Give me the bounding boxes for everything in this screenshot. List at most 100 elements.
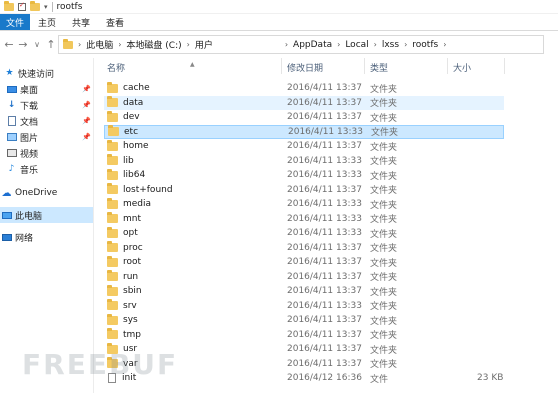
file-row[interactable]: srv 2016/4/11 13:33 文件夹	[104, 299, 504, 313]
file-name: etc	[124, 126, 139, 137]
recent-locations-button[interactable]: ∨	[30, 40, 44, 49]
pin-icon[interactable]: 📌	[82, 117, 91, 125]
sidebar-item-label: 快速访问	[18, 69, 55, 80]
up-button[interactable]: ↑	[44, 38, 58, 51]
sidebar-item-desktop[interactable]: 桌面 📌	[0, 81, 93, 97]
file-name: sbin	[123, 286, 142, 296]
sidebar-item-onedrive[interactable]: ☁ OneDrive	[0, 185, 93, 201]
file-date: 2016/4/11 13:37	[287, 242, 362, 253]
folder-icon	[107, 81, 118, 93]
file-row[interactable]: mnt 2016/4/11 13:33 文件夹	[104, 212, 504, 226]
file-row[interactable]: home 2016/4/11 13:37 文件夹	[104, 139, 504, 153]
tab-file[interactable]: 文件	[0, 14, 31, 30]
sidebar-item-pictures[interactable]: 图片 📌	[0, 129, 93, 145]
file-date: 2016/4/12 16:36	[287, 373, 362, 383]
desktop-icon	[6, 84, 17, 94]
file-type: 文件夹	[370, 287, 398, 298]
file-row[interactable]: dev 2016/4/11 13:37 文件夹	[104, 110, 504, 124]
file-type: 文件夹	[370, 215, 398, 225]
column-divider[interactable]	[364, 58, 365, 74]
pin-icon[interactable]: 📌	[82, 101, 91, 109]
address-bar[interactable]: › 此电脑 › 本地磁盘 (C:) › 用户 › AppData › Local…	[58, 35, 544, 54]
crumb-users[interactable]: 用户	[195, 38, 213, 51]
file-row[interactable]: lib 2016/4/11 13:33 文件夹	[104, 154, 504, 168]
properties-icon[interactable]	[18, 1, 26, 11]
file-row[interactable]: opt 2016/4/11 13:33 文件夹	[104, 226, 504, 240]
file-name: dev	[123, 112, 140, 122]
file-date: 2016/4/11 13:33	[287, 199, 362, 209]
tab-home[interactable]: 主页	[30, 14, 64, 30]
file-name: opt	[123, 228, 138, 238]
crumb-this-pc[interactable]: 此电脑	[86, 38, 113, 51]
forward-button[interactable]: →	[16, 38, 30, 51]
file-type: 文件夹	[370, 229, 398, 240]
file-row[interactable]: lib64 2016/4/11 13:33 文件夹	[104, 168, 504, 182]
sidebar-item-downloads[interactable]: ↓ 下载 📌	[0, 97, 93, 113]
file-name: lib	[123, 155, 134, 166]
pin-icon[interactable]: 📌	[82, 133, 91, 141]
folder-icon	[107, 270, 118, 281]
column-divider[interactable]	[447, 58, 448, 74]
tab-view[interactable]: 查看	[98, 14, 132, 30]
crumb-separator: ›	[337, 40, 341, 49]
crumb-local-disk[interactable]: 本地磁盘 (C:)	[126, 38, 181, 51]
file-name: data	[123, 97, 144, 108]
file-date: 2016/4/11 13:37	[287, 112, 362, 122]
file-row[interactable]: proc 2016/4/11 13:37 文件夹	[104, 241, 504, 255]
file-row[interactable]: etc 2016/4/11 13:33 文件夹	[104, 124, 504, 139]
title-separator	[51, 1, 53, 12]
sidebar-item-network[interactable]: 网络	[0, 229, 93, 245]
column-divider[interactable]	[281, 58, 282, 74]
file-type: 文件夹	[370, 244, 398, 254]
computer-icon	[1, 210, 12, 220]
column-header-size[interactable]: 大小	[453, 61, 471, 74]
cloud-icon: ☁	[1, 187, 12, 199]
sidebar-item-label: 此电脑	[15, 211, 43, 222]
file-type: 文件夹	[370, 84, 398, 95]
crumb-rootfs[interactable]: rootfs	[412, 40, 438, 50]
crumb-local[interactable]: Local	[345, 40, 368, 50]
file-row[interactable]: sys 2016/4/11 13:37 文件夹	[104, 313, 504, 327]
sidebar-item-this-pc[interactable]: 此电脑	[0, 207, 93, 223]
new-folder-icon[interactable]	[30, 0, 40, 11]
file-row[interactable]: cache 2016/4/11 13:37 文件夹	[104, 81, 504, 95]
file-date: 2016/4/11 13:37	[287, 286, 362, 296]
ribbon-tabs: 文件 主页 共享 查看	[0, 14, 558, 31]
file-type: 文件夹	[370, 200, 398, 211]
sidebar-item-music[interactable]: ♪ 音乐	[0, 161, 93, 177]
column-header-name[interactable]: 名称	[107, 61, 125, 74]
sidebar-item-documents[interactable]: 文档 📌	[0, 113, 93, 129]
watermark: FREEBUF	[22, 348, 179, 381]
folder-icon	[107, 197, 118, 209]
file-row[interactable]: run 2016/4/11 13:37 文件夹	[104, 270, 504, 284]
file-row[interactable]: root 2016/4/11 13:37 文件夹	[104, 255, 504, 269]
file-row[interactable]: tmp 2016/4/11 13:37 文件夹	[104, 328, 504, 342]
address-row: ← → ∨ ↑ › 此电脑 › 本地磁盘 (C:) › 用户 › AppData…	[0, 31, 558, 58]
sidebar-item-quick-access[interactable]: ★ 快速访问	[0, 65, 93, 81]
column-header-type[interactable]: 类型	[370, 61, 388, 74]
customize-toolbar-icon[interactable]: ▾	[44, 3, 48, 11]
back-button[interactable]: ←	[2, 38, 16, 51]
folder-icon	[107, 226, 118, 238]
column-header-date[interactable]: 修改日期	[287, 61, 323, 74]
sidebar-item-videos[interactable]: 视频	[0, 145, 93, 161]
file-date: 2016/4/11 13:37	[287, 141, 362, 151]
crumb-lxss[interactable]: lxss	[382, 40, 399, 50]
folder-icon	[107, 168, 118, 180]
file-type: 文件夹	[370, 331, 398, 341]
file-row[interactable]: media 2016/4/11 13:33 文件夹	[104, 197, 504, 211]
file-row[interactable]: data 2016/4/11 13:37 文件夹	[104, 95, 504, 110]
folder-icon	[107, 212, 118, 223]
tab-share[interactable]: 共享	[64, 14, 98, 30]
file-row[interactable]: sbin 2016/4/11 13:37 文件夹	[104, 284, 504, 298]
column-divider[interactable]	[504, 58, 505, 74]
pin-icon[interactable]: 📌	[82, 85, 91, 93]
crumb-appdata[interactable]: AppData	[293, 40, 332, 50]
crumb-separator: ›	[443, 40, 447, 49]
sidebar-item-label: 图片	[20, 133, 39, 144]
file-row[interactable]: lost+found 2016/4/11 13:37 文件夹	[104, 183, 504, 197]
folder-icon	[107, 154, 118, 165]
file-size: 23 KB	[477, 373, 504, 383]
folder-icon	[107, 313, 118, 325]
folder-icon	[107, 241, 118, 252]
